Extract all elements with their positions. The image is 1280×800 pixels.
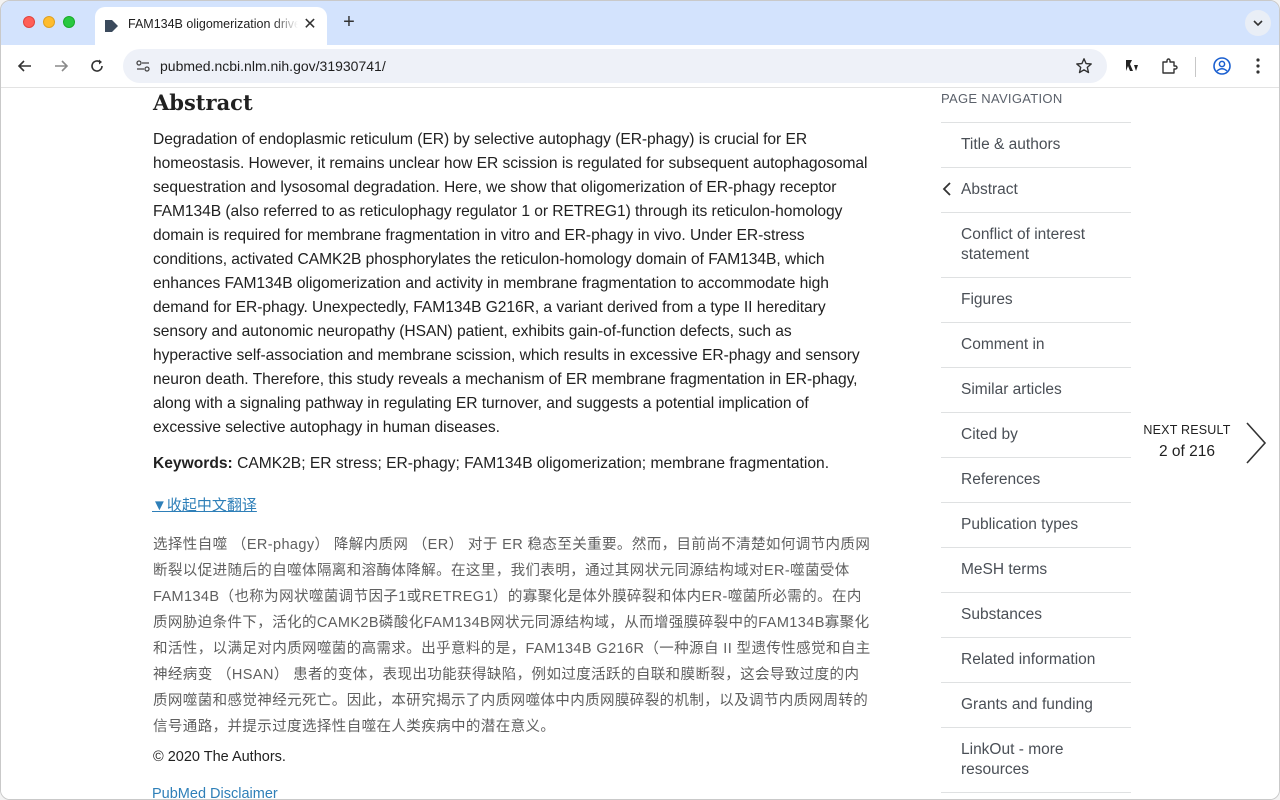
toolbar-divider (1195, 57, 1196, 77)
page-nav-item-label: Figures (961, 291, 1013, 308)
star-icon[interactable] (1075, 57, 1093, 75)
browser-toolbar: pubmed.ncbi.nlm.nih.gov/31930741/ (1, 45, 1279, 88)
new-tab-button[interactable]: + (337, 11, 361, 35)
collapse-translation-link[interactable]: ▼收起中文翻译 (152, 494, 257, 515)
window-close-button[interactable] (23, 16, 35, 28)
page-nav-item-label: Cited by (961, 426, 1018, 443)
page-nav-item[interactable]: MeSH terms (941, 548, 1131, 593)
browser-menu-button[interactable] (1245, 53, 1271, 79)
browser-window: FAM134B oligomerization drives ✕ + pubme… (0, 0, 1280, 800)
page-nav-item-label: Substances (961, 606, 1042, 623)
forward-arrow-icon (55, 60, 69, 72)
chevron-right-icon[interactable] (1241, 421, 1269, 465)
page-nav-item[interactable]: LinkOut - more resources (941, 728, 1131, 793)
keywords-list: CAMK2B; ER stress; ER-phagy; FAM134B oli… (237, 455, 830, 472)
copyright: © 2020 The Authors. (153, 749, 286, 765)
page-navigation-list: Title & authors Abstract Conflict of inter… (941, 122, 1131, 793)
keywords: Keywords: CAMK2B; ER stress; ER-phagy; F… (153, 452, 883, 476)
page-nav-item-label: Title & authors (961, 136, 1061, 153)
chinese-translation: 选择性自噬 （ER-phagy） 降解内质网 （ER） 对于 ER 稳态至关重要… (153, 537, 871, 735)
active-tab[interactable]: FAM134B oligomerization drives ✕ (95, 7, 327, 45)
next-result-label: NEXT RESULT (1143, 423, 1231, 437)
keywords-label: Keywords: (153, 455, 233, 472)
extensions-button[interactable] (1156, 53, 1182, 79)
page-nav-item[interactable]: Related information (941, 638, 1131, 683)
window-minimize-button[interactable] (43, 16, 55, 28)
page-nav-item[interactable]: Conflict of interest statement (941, 213, 1131, 278)
next-result-count: 2 of 216 (1158, 443, 1216, 460)
tab-title: FAM134B oligomerization drives (128, 17, 298, 31)
page-nav-item-label: Publication types (961, 516, 1079, 533)
page-nav-item-label: Abstract (961, 181, 1018, 198)
page-nav-item-label: Similar articles (961, 381, 1062, 398)
back-arrow-icon (17, 60, 31, 72)
reload-icon (91, 59, 103, 72)
page-nav-item-label: LinkOut - more resources (961, 741, 1064, 778)
page-nav-item[interactable]: Grants and funding (941, 683, 1131, 728)
page-nav-item[interactable]: Abstract (941, 168, 1131, 213)
page-nav-item[interactable]: Cited by (941, 413, 1131, 458)
pubmed-favicon-icon (105, 20, 118, 32)
extensions-icon (1162, 58, 1178, 74)
page-nav-item[interactable]: Publication types (941, 503, 1131, 548)
reload-button[interactable] (84, 53, 110, 79)
abstract-heading: Abstract (153, 90, 253, 115)
page-nav-item-label: Comment in (961, 336, 1045, 353)
translate-extension-icon (1126, 60, 1138, 71)
page-nav-item[interactable]: Comment in (941, 323, 1131, 368)
reader-extension-button[interactable] (1119, 53, 1145, 79)
page-nav-item-label: MeSH terms (961, 561, 1048, 578)
tab-strip: FAM134B oligomerization drives ✕ + (1, 1, 1279, 45)
window-maximize-button[interactable] (63, 16, 75, 28)
url-text[interactable]: pubmed.ncbi.nlm.nih.gov/31930741/ (160, 58, 386, 74)
address-bar[interactable]: pubmed.ncbi.nlm.nih.gov/31930741/ (123, 49, 1107, 83)
tab-close-icon[interactable]: ✕ (301, 16, 319, 34)
pubmed-disclaimer-link[interactable]: PubMed Disclaimer (152, 786, 278, 799)
next-result[interactable]: NEXT RESULT 2 of 216 (1137, 423, 1237, 461)
chevron-left-icon (942, 182, 951, 196)
page-navigation-heading: PAGE NAVIGATION (941, 91, 1063, 106)
kebab-menu-icon (1256, 58, 1260, 74)
page-nav-item[interactable]: Title & authors (941, 123, 1131, 168)
chevron-down-icon (1253, 20, 1263, 27)
page-content: Abstract Degradation of endoplasmic reti… (1, 89, 1279, 799)
profile-button[interactable] (1209, 53, 1235, 79)
tab-search-button[interactable] (1245, 10, 1271, 36)
site-settings-icon[interactable] (135, 58, 151, 74)
profile-icon (1213, 57, 1231, 75)
forward-button[interactable] (48, 53, 74, 79)
abstract-text: Degradation of endoplasmic reticulum (ER… (153, 131, 868, 436)
page-nav-item[interactable]: Similar articles (941, 368, 1131, 413)
page-nav-item-label: Grants and funding (961, 696, 1093, 713)
page-nav-item[interactable]: References (941, 458, 1131, 503)
page-nav-item[interactable]: Substances (941, 593, 1131, 638)
page-nav-item[interactable]: Figures (941, 278, 1131, 323)
back-button[interactable] (12, 53, 38, 79)
page-nav-item-label: Conflict of interest statement (961, 226, 1086, 263)
page-nav-item-label: References (961, 471, 1041, 488)
page-nav-item-label: Related information (961, 651, 1096, 668)
